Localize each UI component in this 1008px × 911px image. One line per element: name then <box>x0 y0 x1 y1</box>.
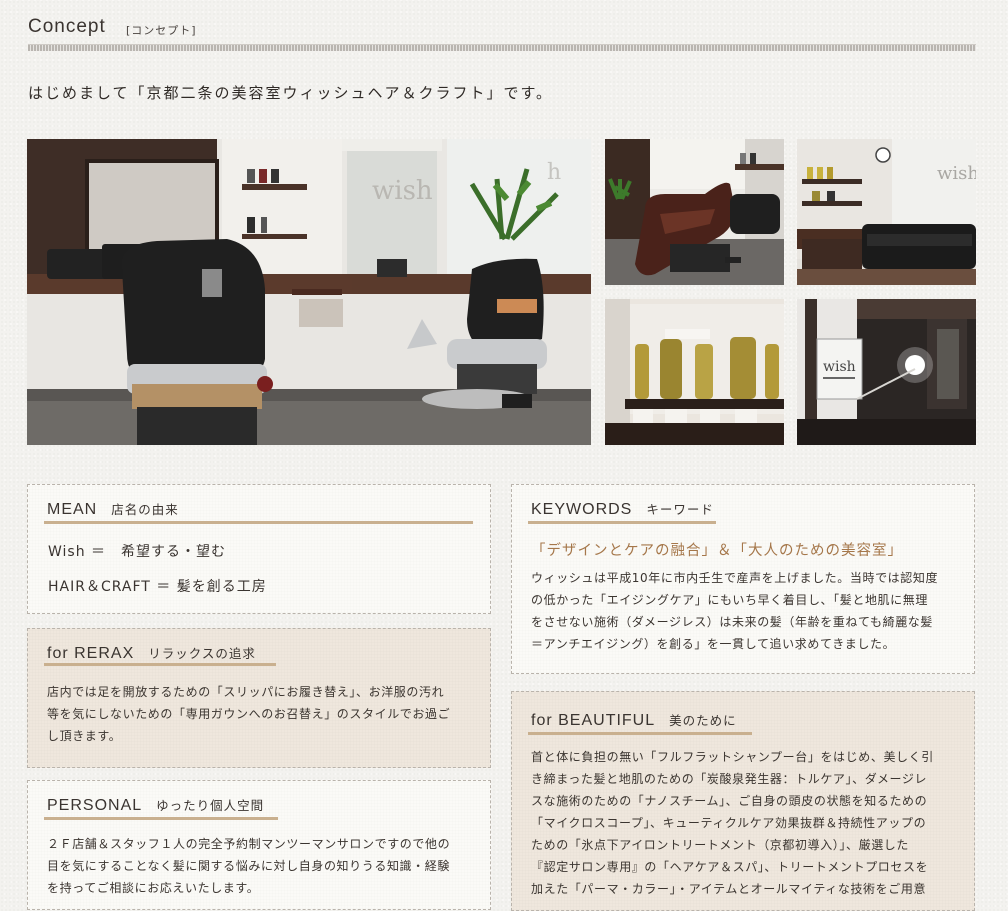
keywords-heading: KEYWORDS キーワード <box>531 499 714 519</box>
beautiful-line: 加えた「パーマ・カラー」・アイテムとオールマイティな技術をご用意 <box>531 882 927 896</box>
product-shelf-photo <box>605 299 784 445</box>
mean-heading: MEAN 店名の由来 <box>47 499 179 519</box>
section-title: Concept <box>28 16 106 37</box>
keywords-underline <box>528 521 716 524</box>
relax-description: 店内では足を開放するための「スリッパにお履き替え」、お洋服の汚れ 等を気にしない… <box>47 681 450 747</box>
beautiful-line: き締まった髪と地肌のための「炭酸泉発生器：トルケア」、ダメージレ <box>531 772 928 786</box>
section-header: Concept [コンセプト] <box>28 14 976 44</box>
mean-line-hair-craft: HAIR＆CRAFT ＝ 髪を創る工房 <box>48 579 267 595</box>
relax-underline <box>44 663 276 666</box>
relax-title: for RERAX <box>47 645 135 662</box>
relax-line: し頂きます。 <box>47 729 122 743</box>
beautiful-line: 「マイクロスコープ」、キューティクルケア効果抜群＆持続性アップの <box>531 816 927 830</box>
svg-text:wish: wish <box>372 176 433 206</box>
keywords-line: ＝アンチエイジング）を創る」を一貫して追い求めてきました。 <box>531 637 896 651</box>
relax-card: for RERAX リラックスの追求 店内では足を開放するための「スリッパにお履き… <box>27 628 491 768</box>
keywords-line: ウィッシュは平成10年に市内壬生で産声を上げました。当時では認知度 <box>531 571 939 585</box>
salon-interior-photo: wish h <box>27 139 591 445</box>
beautiful-card: for BEAUTIFUL 美のために 首と体に負担の無い「フルフラットシャンプー… <box>511 691 975 911</box>
beautiful-line: 首と体に負担の無い「フルフラットシャンプー台」をはじめ、美しく引 <box>531 750 934 764</box>
relax-subtitle: リラックスの追求 <box>148 646 256 661</box>
personal-description: ２Ｆ店舗＆スタッフ１人の完全予約制マンツーマンサロンですので他の 目を気にするこ… <box>47 833 450 899</box>
keywords-card: KEYWORDS キーワード 「デザインとケアの融合」＆「大人のための美容室」 ウ… <box>511 484 975 674</box>
title-divider <box>28 44 976 51</box>
keywords-subtitle: キーワード <box>646 502 714 517</box>
beautiful-line: 『認定サロン専用』の「ヘアケア＆スパ」、トリートメントプロセスを <box>531 860 929 874</box>
personal-subtitle: ゆったり個人空間 <box>156 798 265 813</box>
svg-text:wish: wish <box>823 359 856 375</box>
beautiful-line: スな施術のための「ナノスチーム」、ご自身の頭皮の状態を知るための <box>531 794 928 808</box>
keywords-line: の低かった「エイジングケア」にもいち早く着目し、「髪と地肌に無理 <box>531 593 928 607</box>
relax-heading: for RERAX リラックスの追求 <box>47 643 256 663</box>
shop-sign-photo: wish <box>797 299 976 445</box>
beautiful-subtitle: 美のために <box>669 713 737 728</box>
beautiful-title: for BEAUTIFUL <box>531 712 656 729</box>
personal-card: PERSONAL ゆったり個人空間 ２Ｆ店舗＆スタッフ１人の完全予約制マンツーマン… <box>27 780 491 910</box>
personal-line: を持ってご相談にお応えいたします。 <box>47 881 260 895</box>
waiting-area-photo: wish <box>797 139 976 285</box>
mean-title: MEAN <box>47 501 98 518</box>
shampoo-chair-photo <box>605 139 784 285</box>
personal-title: PERSONAL <box>47 797 143 814</box>
section-subtitle: [コンセプト] <box>126 24 197 37</box>
intro-text: はじめまして「京都二条の美容室ウィッシュヘア＆クラフト」です。 <box>28 84 554 102</box>
mean-underline <box>44 521 473 524</box>
svg-text:wish: wish <box>937 163 976 184</box>
relax-line: 店内では足を開放するための「スリッパにお履き替え」、お洋服の汚れ <box>47 685 445 699</box>
keywords-title: KEYWORDS <box>531 501 633 518</box>
keywords-line: をさせない施術（ダメージレス）は未来の髪（年齢を重ねても綺麗な髪 <box>531 615 934 629</box>
personal-heading: PERSONAL ゆったり個人空間 <box>47 795 264 815</box>
personal-line: ２Ｆ店舗＆スタッフ１人の完全予約制マンツーマンサロンですので他の <box>47 837 451 851</box>
beautiful-underline <box>528 732 752 735</box>
personal-line: 目を気にすることなく髪に関する悩みに対し自身の知りうる知識・経験 <box>47 859 450 873</box>
mean-card: MEAN 店名の由来 Wish ＝ 希望する・望む HAIR＆CRAFT ＝ 髪を… <box>27 484 491 614</box>
keywords-description: ウィッシュは平成10年に市内壬生で産声を上げました。当時では認知度 の低かった「… <box>531 567 938 655</box>
keywords-headline: 「デザインとケアの融合」＆「大人のための美容室」 <box>531 543 903 559</box>
beautiful-heading: for BEAUTIFUL 美のために <box>531 710 737 730</box>
beautiful-description: 首と体に負担の無い「フルフラットシャンプー台」をはじめ、美しく引 き締まった髪と… <box>531 746 934 900</box>
svg-text:h: h <box>547 160 561 185</box>
personal-underline <box>44 817 278 820</box>
mean-line-wish: Wish ＝ 希望する・望む <box>48 544 227 560</box>
mean-subtitle: 店名の由来 <box>111 502 179 517</box>
beautiful-line: ための「氷点下アイロントリートメント（京都初導入）」、厳選した <box>531 838 910 852</box>
relax-line: 等を気にしないための「専用ガウンへのお召替え」のスタイルでお過ご <box>47 707 451 721</box>
